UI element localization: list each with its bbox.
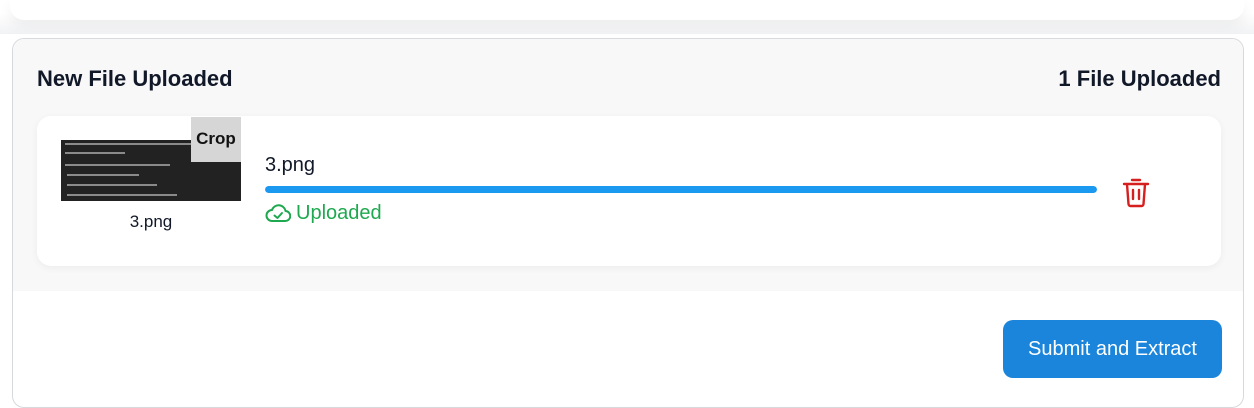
file-card: Crop 3.png 3.png Uploaded (37, 116, 1221, 266)
upload-status-label: Uploaded (296, 202, 382, 224)
upload-progress-bar (265, 186, 1097, 193)
thumbnail-text-line (65, 164, 170, 166)
crop-button[interactable]: Crop (191, 117, 241, 162)
thumbnail-text-line (65, 143, 195, 145)
thumbnail-text-line (65, 152, 125, 154)
uploaded-count: 1 File Uploaded (1058, 66, 1221, 91)
trash-icon (1122, 178, 1150, 208)
submit-and-extract-button[interactable]: Submit and Extract (1003, 320, 1222, 378)
upload-status: Uploaded (265, 202, 382, 225)
thumbnail-filename: 3.png (129, 212, 173, 231)
upload-progress-fill (265, 186, 1097, 193)
upload-panel: New File Uploaded 1 File Uploaded Crop 3… (12, 38, 1244, 408)
previous-section-edge (0, 0, 1254, 34)
thumbnail-text-line (67, 184, 157, 186)
delete-file-button[interactable] (1119, 173, 1153, 211)
file-name: 3.png (265, 154, 316, 176)
thumbnail-text-line (67, 194, 177, 196)
panel-title: New File Uploaded (37, 66, 233, 91)
cloud-check-icon (265, 203, 291, 222)
thumbnail-text-line (67, 174, 139, 176)
